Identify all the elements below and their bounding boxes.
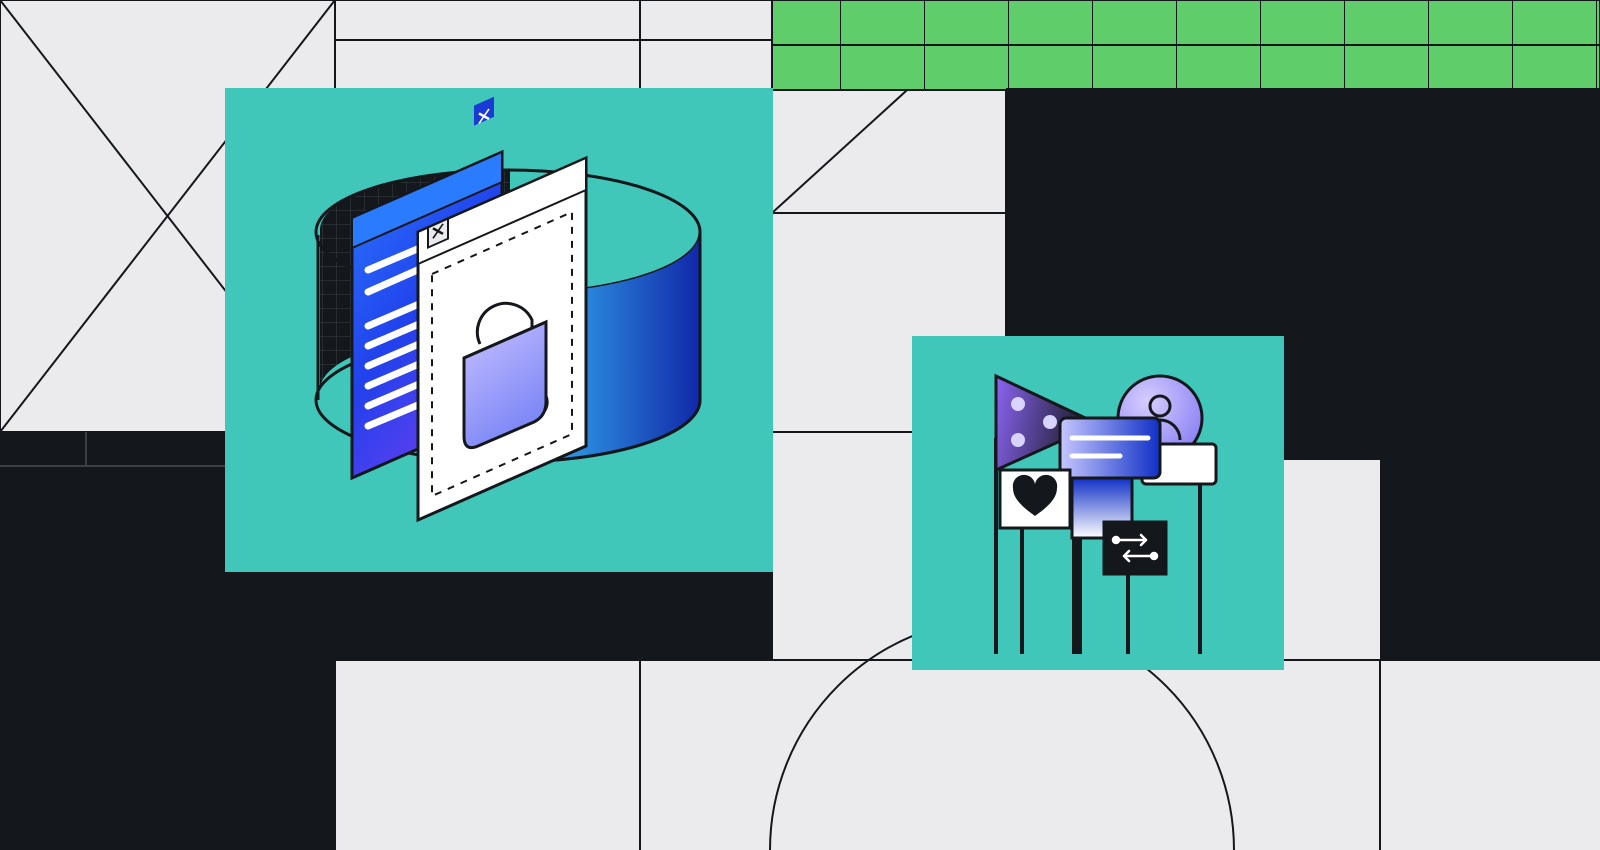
heart-flag bbox=[1000, 470, 1070, 528]
speech-flag bbox=[1060, 418, 1160, 478]
abstract-illustration bbox=[0, 0, 1600, 850]
teal-panel-left bbox=[225, 88, 773, 572]
loop-flag bbox=[1104, 522, 1166, 574]
teal-panel-right bbox=[912, 336, 1284, 670]
green-grid-block bbox=[772, 0, 1600, 90]
black-block-notch bbox=[1380, 460, 1600, 660]
black-block-mid bbox=[335, 572, 772, 660]
